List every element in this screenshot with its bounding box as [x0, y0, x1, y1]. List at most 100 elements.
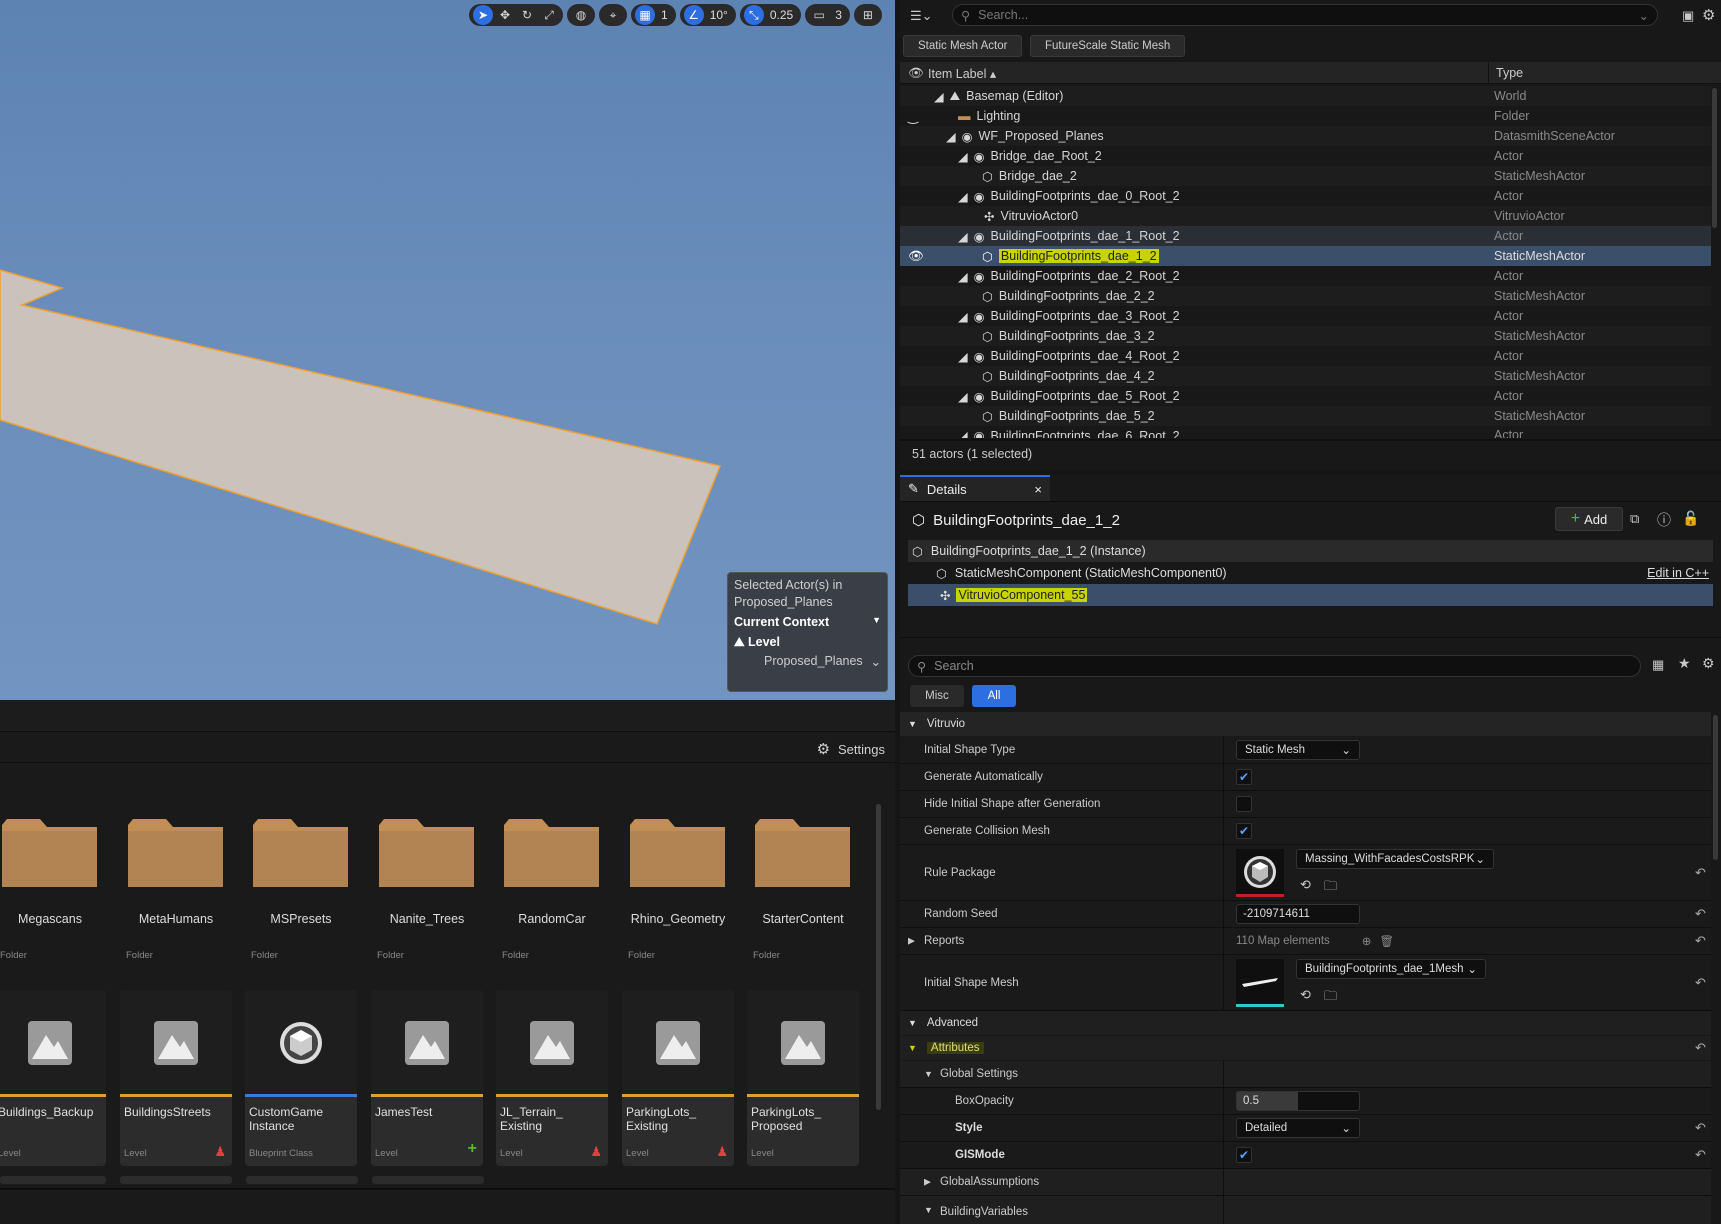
expand-arrow-icon[interactable]: ◢ [958, 309, 968, 324]
section-vitruvio[interactable]: ▼ Vitruvio [900, 712, 1711, 736]
world-space-icon[interactable]: ◍ [571, 5, 591, 25]
expand-arrow-icon[interactable]: ◢ [958, 269, 968, 284]
component-vitruvio-row[interactable]: ✣ VitruvioComponent_55 [908, 584, 1713, 606]
item-label-column[interactable]: Item Label ▴ [928, 66, 996, 81]
content-browser-scrollbar[interactable] [876, 804, 881, 1110]
camera-speed-value[interactable]: 3 [831, 8, 846, 22]
expand-arrow-icon[interactable]: ◢ [934, 89, 944, 104]
rotate-tool-icon[interactable]: ↻ [517, 5, 537, 25]
gis-mode-checkbox[interactable]: ✔ [1236, 1147, 1252, 1163]
folder-randomcar[interactable]: RandomCar Folder [502, 812, 612, 982]
outliner-row[interactable]: ◢ ◉ BuildingFootprints_dae_6_Root_2 Actor [900, 426, 1711, 438]
generate-collision-checkbox[interactable]: ✔ [1236, 823, 1252, 839]
lock-icon[interactable]: 🔓 [1682, 510, 1699, 527]
expand-arrow-icon[interactable]: ◢ [958, 149, 968, 164]
folder-startercontent[interactable]: StarterContent Folder [753, 812, 863, 982]
add-component-button[interactable]: + Add [1555, 507, 1623, 531]
star-icon[interactable]: ★ [1678, 655, 1691, 672]
outliner-row[interactable]: ◢ ◉ BuildingFootprints_dae_3_Root_2 Actor [900, 306, 1711, 326]
outliner-row[interactable]: ◢ ⛰ Basemap (Editor) World [900, 86, 1711, 106]
expand-arrow-icon[interactable]: ◢ [958, 189, 968, 204]
current-context-header[interactable]: Current Context ▼ [734, 615, 881, 629]
box-opacity-slider[interactable]: 0.5 [1236, 1091, 1360, 1111]
outliner-row[interactable]: ◢ ◉ BuildingFootprints_dae_2_Root_2 Actor [900, 266, 1711, 286]
reset-icon[interactable]: ↶ [1695, 1120, 1706, 1136]
viewport-layout-icon[interactable]: ⊞ [858, 5, 878, 25]
section-advanced[interactable]: ▼ Advanced [900, 1011, 1711, 1035]
hidden-eye-icon[interactable]: ‿ [908, 109, 918, 124]
initial-shape-mesh-dropdown[interactable]: BuildingFootprints_dae_1Mesh ⌄ [1296, 959, 1486, 979]
outliner-row[interactable]: ◢ ◉ BuildingFootprints_dae_4_Root_2 Actor [900, 346, 1711, 366]
use-selected-icon[interactable]: ⟲ [1300, 877, 1311, 893]
select-tool-icon[interactable]: ➤ [473, 5, 493, 25]
mesh-thumbnail[interactable] [1236, 959, 1284, 1007]
expand-arrow-icon[interactable]: ◢ [946, 129, 956, 144]
expand-arrow-icon[interactable]: ◢ [958, 428, 968, 438]
reset-icon[interactable]: ↶ [1695, 1147, 1706, 1163]
outliner-row[interactable]: ‿ ▬ Lighting Folder [900, 106, 1711, 126]
reset-icon[interactable]: ↶ [1695, 906, 1706, 922]
asset-parkinglots-proposed[interactable]: ParkingLots_ Proposed Level [747, 990, 859, 1166]
eye-icon[interactable]: 👁 [908, 249, 924, 264]
browse-icon[interactable]: 🗀 [1324, 877, 1337, 899]
asset-parkinglots-existing[interactable]: ParkingLots_ Existing Level ♟ [622, 990, 734, 1166]
reset-icon[interactable]: ↶ [1695, 865, 1706, 881]
level-dropdown[interactable]: Proposed_Planes ⌄ [734, 654, 881, 669]
random-seed-input[interactable]: -2109714611 [1236, 904, 1360, 924]
expand-arrow-icon[interactable]: ◢ [958, 229, 968, 244]
reset-icon[interactable]: ↶ [1695, 975, 1706, 991]
outliner-scrollbar[interactable] [1712, 88, 1717, 228]
filter-chip-futurescale-static-mesh[interactable]: FutureScale Static Mesh [1030, 35, 1186, 57]
add-element-icon[interactable]: ⊕ [1362, 934, 1372, 948]
grid-snap-value[interactable]: 1 [657, 8, 672, 22]
filter-icon[interactable]: ☰⌄ [910, 8, 933, 24]
visibility-column-icon[interactable]: 👁 [908, 66, 924, 81]
expand-arrow-icon[interactable]: ◢ [958, 349, 968, 364]
content-browser-settings-button[interactable]: ⚙ Settings [817, 740, 885, 758]
asset-buildings-backup[interactable]: Buildings_Backup Level [0, 990, 106, 1166]
expand-arrow-icon[interactable]: ▶ [908, 936, 915, 947]
filter-tab-all[interactable]: All [972, 685, 1016, 707]
asset-jl-terrain-existing[interactable]: JL_Terrain_ Existing Level ♟ [496, 990, 608, 1166]
level-viewport[interactable]: ➤ ✥ ↻ ⤢ ◍ ⌖ ▦ 1 ∠ 10° ⤡ 0.25 ▭ 3 ⊞ Selec… [0, 0, 895, 700]
outliner-row[interactable]: ✣ VitruvioActor0 VitruvioActor [900, 206, 1711, 226]
filter-chip-static-mesh-actor[interactable]: Static Mesh Actor [903, 35, 1023, 57]
help-icon[interactable]: ⓘ [1657, 510, 1671, 530]
rotation-snap-icon[interactable]: ∠ [683, 5, 704, 25]
outliner-row[interactable]: ⬡ BuildingFootprints_dae_3_2 StaticMeshAct… [900, 326, 1711, 346]
type-column[interactable]: Type [1496, 66, 1523, 80]
outliner-row[interactable]: ⬡ Bridge_dae_2 StaticMeshActor [900, 166, 1711, 186]
chevron-down-icon[interactable]: ⌄ [1639, 8, 1649, 23]
section-attributes[interactable]: ▼ Attributes ↶ [900, 1036, 1711, 1060]
details-search-input[interactable]: ⚲ Search [908, 655, 1641, 677]
asset-customgame-instance[interactable]: CustomGame Instance Blueprint Class [245, 990, 357, 1166]
scale-tool-icon[interactable]: ⤢ [539, 5, 559, 25]
prop-global-assumptions[interactable]: ▶ GlobalAssumptions [900, 1169, 1711, 1196]
component-staticmesh-row[interactable]: ⬡ StaticMeshComponent (StaticMeshCompone… [908, 562, 1713, 584]
trash-icon[interactable]: 🗑 [1379, 934, 1394, 948]
outliner-row[interactable]: ⬡ BuildingFootprints_dae_5_2 StaticMeshAct… [900, 406, 1711, 426]
close-icon[interactable]: × [1034, 482, 1042, 497]
prop-building-variables[interactable]: ▼ BuildingVariables [900, 1196, 1711, 1224]
folder-metahumans[interactable]: MetaHumans Folder [126, 812, 236, 982]
style-dropdown[interactable]: Detailed ⌄ [1236, 1118, 1360, 1138]
reset-icon[interactable]: ↶ [1695, 933, 1706, 949]
surface-snap-icon[interactable]: ⌖ [603, 5, 623, 25]
grid-snap-icon[interactable]: ▦ [635, 5, 655, 25]
outliner-row[interactable]: ⬡ BuildingFootprints_dae_4_2 StaticMeshAct… [900, 366, 1711, 386]
rotation-snap-value[interactable]: 10° [706, 8, 732, 22]
details-scrollbar[interactable] [1713, 715, 1718, 860]
gear-icon[interactable]: ⚙ [1702, 655, 1715, 672]
browse-icon[interactable]: 🗀 [1324, 987, 1337, 1009]
reset-icon[interactable]: ↶ [1695, 1040, 1706, 1056]
outliner-row[interactable]: ◢ ◉ Bridge_dae_Root_2 Actor [900, 146, 1711, 166]
rule-package-dropdown[interactable]: Massing_WithFacadesCostsRPK ⌄ [1296, 849, 1494, 869]
asset-jamestest[interactable]: JamesTest Level + [371, 990, 483, 1166]
initial-shape-type-dropdown[interactable]: Static Mesh ⌄ [1236, 740, 1360, 760]
generate-automatically-checkbox[interactable]: ✔ [1236, 769, 1252, 785]
outliner-row[interactable]: ◢ ◉ BuildingFootprints_dae_1_Root_2 Actor [900, 226, 1711, 246]
camera-icon[interactable]: ▭ [809, 5, 829, 25]
outliner-search-input[interactable]: ⚲ Search... ⌄ [952, 4, 1658, 26]
gear-icon[interactable]: ⚙ [1702, 6, 1715, 24]
outliner-row-selected[interactable]: 👁 ⬡ BuildingFootprints_dae_1_2 StaticMeshAc… [900, 246, 1711, 266]
